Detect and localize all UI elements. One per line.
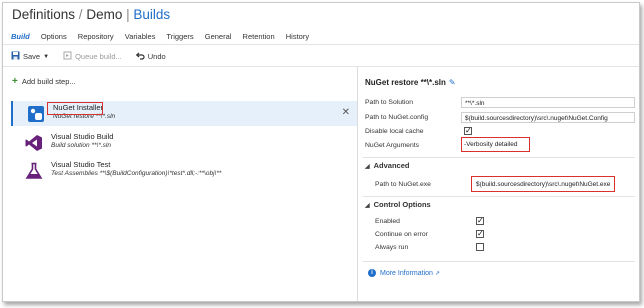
path-to-solution-input[interactable]: **\*.sln xyxy=(461,97,635,108)
nuget-arguments-label: NuGet Arguments xyxy=(365,142,420,149)
more-information-label: More Information xyxy=(380,269,433,277)
step-name: Visual Studio Test xyxy=(51,160,111,169)
tab-triggers[interactable]: Triggers xyxy=(166,32,193,41)
tab-options[interactable]: Options xyxy=(41,32,67,41)
visual-studio-icon xyxy=(25,134,43,152)
plus-icon: + xyxy=(12,76,18,87)
queue-build-icon xyxy=(63,51,72,62)
save-button[interactable]: Save ▼ xyxy=(11,51,49,62)
tab-history[interactable]: History xyxy=(286,32,309,41)
build-step-visual-studio-test[interactable]: Visual Studio Test Test Assemblies **\$(… xyxy=(11,158,355,183)
enabled-label: Enabled xyxy=(375,218,400,225)
disable-local-cache-label: Disable local cache xyxy=(365,128,424,135)
collapse-triangle-icon: ◢ xyxy=(365,203,370,209)
breadcrumb-definitions[interactable]: Definitions xyxy=(12,7,75,22)
save-label: Save xyxy=(23,52,41,61)
tab-retention[interactable]: Retention xyxy=(243,32,275,41)
breadcrumb-current: Builds xyxy=(133,7,171,22)
continue-on-error-checkbox[interactable]: ✓ xyxy=(476,230,484,238)
advanced-section-header[interactable]: ◢ Advanced xyxy=(365,161,409,170)
undo-label: Undo xyxy=(147,52,166,61)
pencil-icon[interactable]: ✎ xyxy=(449,78,456,87)
tab-repository[interactable]: Repository xyxy=(78,32,114,41)
definition-tabs: Build Options Repository Variables Trigg… xyxy=(11,32,318,41)
queue-build-button[interactable]: Queue build... xyxy=(63,51,122,62)
step-name: Visual Studio Build xyxy=(51,132,114,141)
build-definition-window: Definitions / Demo | Builds Build Option… xyxy=(2,2,640,302)
highlight-box xyxy=(471,176,615,192)
highlight-box xyxy=(47,102,103,115)
continue-on-error-label: Continue on error xyxy=(375,231,428,238)
enabled-checkbox[interactable]: ✓ xyxy=(476,217,484,225)
more-information-link[interactable]: i More Information ↗ xyxy=(368,269,440,277)
task-title: NuGet restore **\*.sln ✎ xyxy=(365,78,456,87)
info-icon: i xyxy=(368,269,376,277)
toolbar: Save ▼ Queue build... Undo xyxy=(11,51,180,62)
breadcrumb-project[interactable]: Demo xyxy=(86,7,122,22)
tab-general[interactable]: General xyxy=(205,32,232,41)
always-run-checkbox[interactable] xyxy=(476,243,484,251)
highlight-box xyxy=(461,137,530,152)
step-summary: Test Assemblies **\$(BuildConfiguration)… xyxy=(51,170,222,177)
task-title-text: NuGet restore **\*.sln xyxy=(365,78,446,87)
external-link-icon: ↗ xyxy=(434,270,440,277)
queue-build-label: Queue build... xyxy=(75,52,122,61)
close-icon[interactable]: ✕ xyxy=(342,107,350,118)
control-options-section-header[interactable]: ◢ Control Options xyxy=(365,200,431,209)
flask-icon xyxy=(25,162,43,180)
path-to-nuget-config-label: Path to NuGet.config xyxy=(365,114,429,121)
undo-icon xyxy=(135,51,145,62)
section-divider xyxy=(363,157,635,158)
breadcrumb-bar: | xyxy=(126,7,130,22)
add-build-step-label: Add build step... xyxy=(21,77,76,86)
nuget-icon xyxy=(27,105,45,123)
toolbar-divider xyxy=(3,66,639,67)
advanced-label: Advanced xyxy=(373,161,410,170)
section-divider xyxy=(363,261,635,262)
chevron-down-icon[interactable]: ▼ xyxy=(43,54,49,60)
pane-divider xyxy=(357,67,358,301)
always-run-label: Always run xyxy=(375,244,409,251)
collapse-triangle-icon: ◢ xyxy=(365,164,370,170)
path-to-nuget-config-input[interactable]: $(build.sourcesdirectory)\src\.nuget\NuG… xyxy=(461,112,635,123)
path-to-solution-label: Path to Solution xyxy=(365,99,413,106)
tab-variables[interactable]: Variables xyxy=(125,32,156,41)
disable-local-cache-checkbox[interactable]: ✓ xyxy=(464,127,472,135)
tab-build[interactable]: Build xyxy=(11,32,30,41)
save-icon xyxy=(11,51,20,62)
undo-button[interactable]: Undo xyxy=(135,51,166,62)
breadcrumb: Definitions / Demo | Builds xyxy=(12,7,170,22)
step-summary: Build solution **\*.sln xyxy=(51,142,111,149)
section-divider xyxy=(363,196,635,197)
control-options-label: Control Options xyxy=(373,200,431,209)
add-build-step-button[interactable]: + Add build step... xyxy=(12,76,76,87)
path-to-nuget-exe-label: Path to NuGet.exe xyxy=(375,181,431,188)
tab-divider xyxy=(3,44,639,45)
breadcrumb-separator: / xyxy=(78,7,83,22)
build-step-visual-studio-build[interactable]: Visual Studio Build Build solution **\*.… xyxy=(11,130,355,155)
